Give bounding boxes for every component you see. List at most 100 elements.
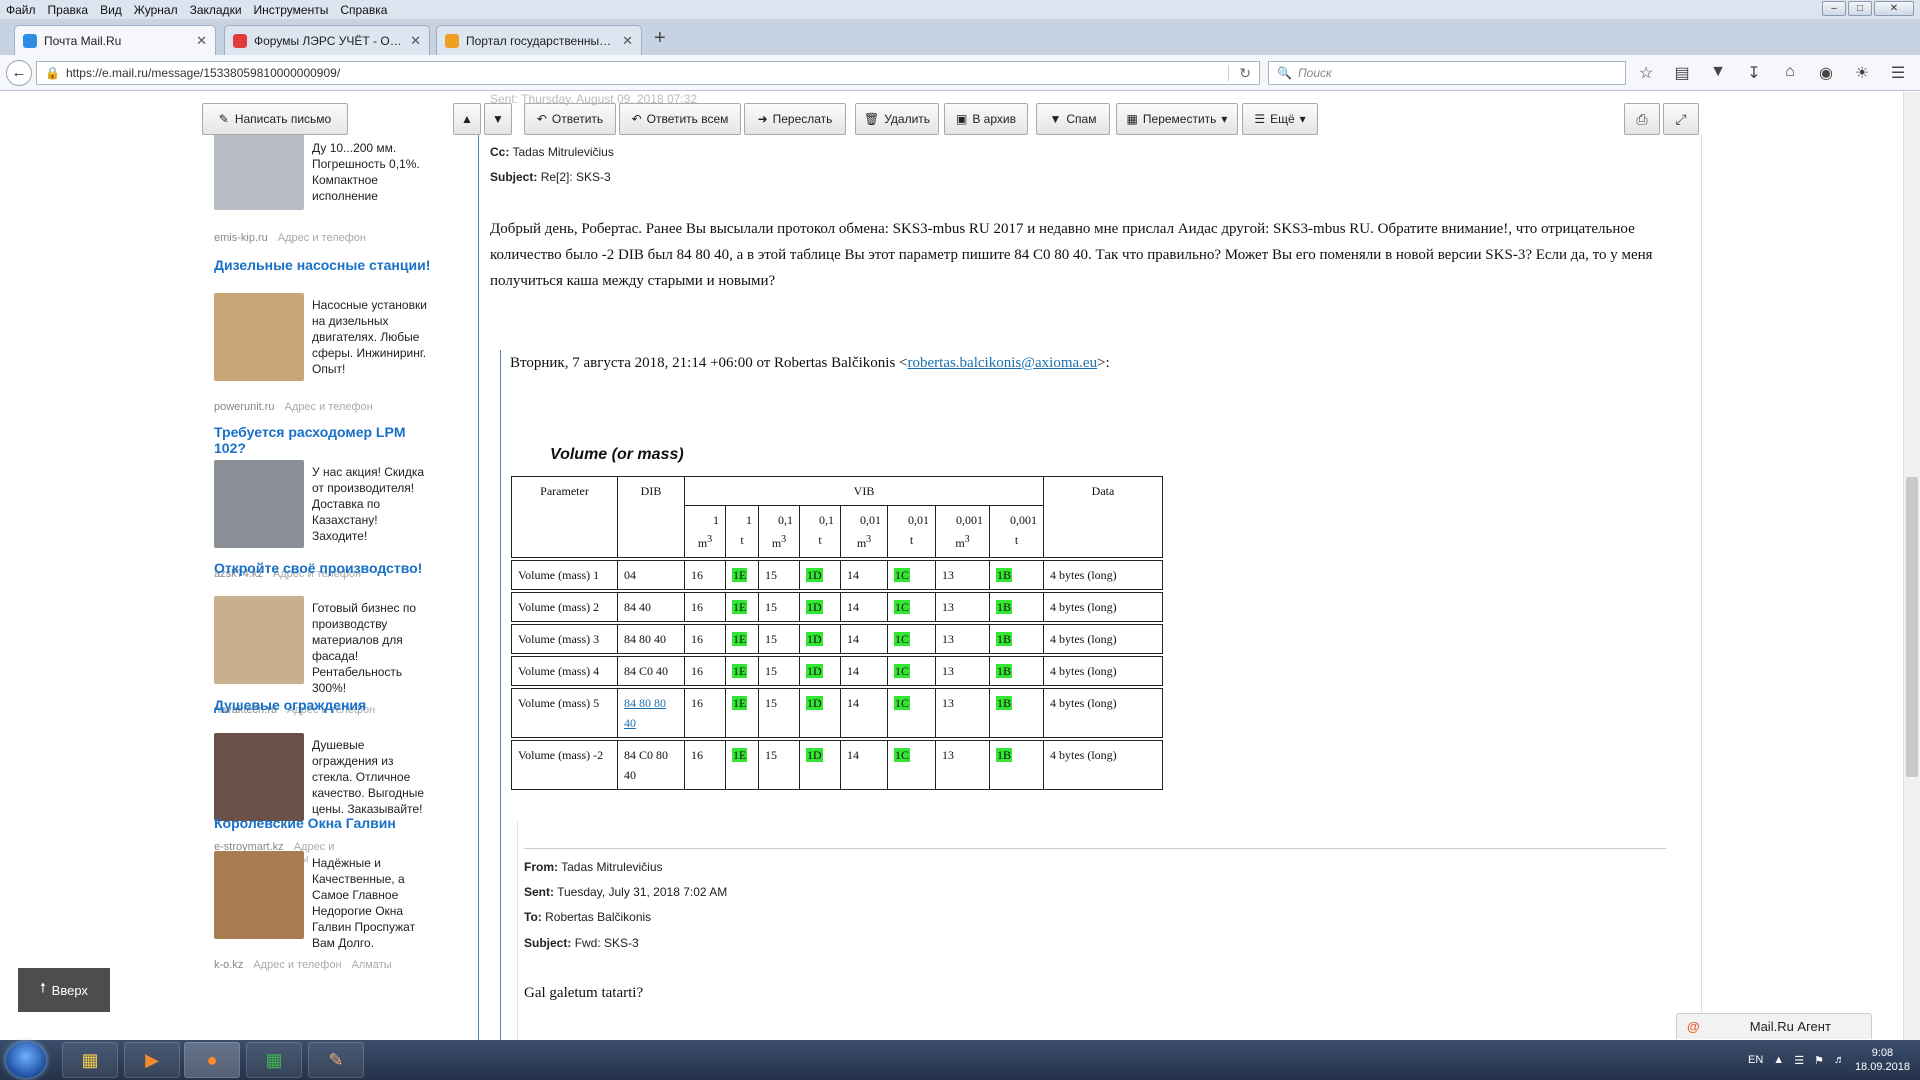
arrow-up-icon: 🠕 bbox=[40, 980, 46, 995]
arrow-up-icon: ▲ bbox=[461, 112, 473, 126]
pocket-icon[interactable]: ▼ bbox=[1708, 63, 1728, 83]
firefox-taskbar-icon[interactable]: ● bbox=[184, 1042, 240, 1078]
tab-forum[interactable]: Форумы ЛЭРС УЧЁТ - Отв... ✕ bbox=[224, 25, 430, 55]
fullscreen-button[interactable]: ⤢ bbox=[1663, 103, 1699, 135]
back-arrow-icon[interactable]: ← bbox=[6, 60, 32, 86]
media-player-taskbar-icon[interactable]: ▶ bbox=[124, 1042, 180, 1078]
quote-email-link[interactable]: robertas.balcikonis@axioma.eu bbox=[908, 355, 1098, 371]
tab-portal[interactable]: Портал государственных ... ✕ bbox=[436, 25, 642, 55]
vib-cell: 1E bbox=[725, 656, 759, 686]
mail-agent-bar[interactable]: @ Mail.Ru Агент bbox=[1676, 1013, 1872, 1039]
volume-icon[interactable]: ♬ bbox=[1834, 1054, 1845, 1066]
ad-image[interactable] bbox=[214, 733, 304, 821]
vib-highlight: 1E bbox=[732, 632, 748, 646]
new-tab-icon[interactable]: + bbox=[654, 27, 666, 50]
archive-button[interactable]: ▣ В архив bbox=[944, 103, 1028, 135]
url-bar[interactable]: 🔒 https://e.mail.ru/message/153380598100… bbox=[36, 61, 1260, 85]
maximize-icon[interactable]: □ bbox=[1848, 1, 1872, 16]
vib-cell: 14 bbox=[840, 624, 888, 654]
vib-cell: 1B bbox=[989, 688, 1044, 738]
tab-close-icon[interactable]: ✕ bbox=[410, 33, 421, 49]
ad-domain[interactable]: powerunit.ru bbox=[214, 401, 275, 413]
menu-item[interactable]: Закладки bbox=[190, 3, 242, 17]
ad-title[interactable]: Откройте своё производство! bbox=[214, 560, 432, 576]
start-button[interactable] bbox=[6, 1042, 46, 1078]
ad-contact-link[interactable]: Адрес и телефон bbox=[253, 959, 341, 971]
ad-block[interactable]: Душевые ограждения Душевые ограждения из … bbox=[214, 697, 432, 865]
ad-image[interactable] bbox=[214, 122, 304, 210]
bookmark-star-icon[interactable]: ☆ bbox=[1636, 63, 1656, 83]
tab-close-icon[interactable]: ✕ bbox=[196, 33, 207, 49]
vib-value: 13 bbox=[942, 696, 954, 710]
sync-icon[interactable]: ☀ bbox=[1852, 63, 1872, 83]
ad-title[interactable]: Королевские Окна Галвин bbox=[214, 815, 432, 831]
vib-cell: 1D bbox=[799, 592, 841, 622]
scroll-up-button[interactable]: 🠕 Вверх bbox=[18, 968, 110, 1012]
page-scrollbar[interactable] bbox=[1903, 92, 1920, 1040]
ad-image[interactable] bbox=[214, 596, 304, 684]
ad-contact-link[interactable]: Адрес и телефон bbox=[278, 232, 366, 244]
next-message-button[interactable]: ▼ bbox=[484, 103, 512, 135]
compose-button[interactable]: ✎ Написать письмо bbox=[202, 103, 348, 135]
header-vib: VIB bbox=[684, 476, 1044, 506]
delete-button[interactable]: 🗑 Удалить bbox=[855, 103, 939, 135]
vib-value: 15 bbox=[765, 664, 777, 678]
more-button[interactable]: ☰ Ещё ▾ bbox=[1242, 103, 1318, 135]
vib-cell: 16 bbox=[684, 560, 726, 590]
tab-close-icon[interactable]: ✕ bbox=[622, 33, 633, 49]
ad-image[interactable] bbox=[214, 293, 304, 381]
flag-icon[interactable]: ⚑ bbox=[1814, 1054, 1824, 1067]
language-indicator[interactable]: EN bbox=[1748, 1054, 1763, 1066]
home-icon[interactable]: ⌂ bbox=[1780, 63, 1800, 83]
prev-message-button[interactable]: ▲ bbox=[453, 103, 481, 135]
excel-taskbar-icon[interactable]: ▦ bbox=[246, 1042, 302, 1078]
ad-block[interactable]: Требуется расходомер LPM 102? У нас акция… bbox=[214, 424, 432, 580]
network-icon[interactable]: ☰ bbox=[1794, 1054, 1804, 1067]
reload-icon[interactable]: ↻ bbox=[1239, 65, 1251, 82]
menu-item[interactable]: Вид bbox=[100, 3, 122, 17]
spam-button[interactable]: ▼ Спам bbox=[1036, 103, 1110, 135]
tray-arrow-icon[interactable]: ▲ bbox=[1773, 1054, 1784, 1066]
close-icon[interactable]: ✕ bbox=[1874, 1, 1914, 16]
app-taskbar-icon[interactable]: ✎ bbox=[308, 1042, 364, 1078]
tab-mail[interactable]: Почта Mail.Ru ✕ bbox=[14, 25, 216, 56]
scrollbar-thumb[interactable] bbox=[1906, 477, 1918, 777]
menu-item[interactable]: Справка bbox=[340, 3, 387, 17]
ad-title[interactable]: Дизельные насосные станции! bbox=[214, 257, 432, 273]
ad-image[interactable] bbox=[214, 460, 304, 548]
search-input[interactable]: 🔍 Поиск bbox=[1268, 61, 1626, 85]
vib-unit: t bbox=[996, 530, 1037, 550]
menu-item[interactable]: Журнал bbox=[134, 3, 178, 17]
ad-contact-link[interactable]: Адрес и телефон bbox=[285, 401, 373, 413]
ad-title[interactable]: Требуется расходомер LPM 102? bbox=[214, 424, 432, 456]
ad-title[interactable]: Душевые ограждения bbox=[214, 697, 432, 713]
vib-multiplier: 1 bbox=[713, 513, 719, 527]
forward-button[interactable]: ➜ Переслать bbox=[744, 103, 846, 135]
system-tray: EN ▲ ☰ ⚑ ♬ 9:08 18.09.2018 bbox=[1748, 1040, 1910, 1080]
ad-domain[interactable]: k-o.kz bbox=[214, 959, 243, 971]
ad-block[interactable]: Дизельные насосные станции! Насосные уста… bbox=[214, 257, 432, 413]
explorer-taskbar-icon[interactable]: ▦ bbox=[62, 1042, 118, 1078]
reply-button[interactable]: ↶ Ответить bbox=[524, 103, 616, 135]
reading-list-icon[interactable]: ▤ bbox=[1672, 63, 1692, 83]
minimize-icon[interactable]: – bbox=[1822, 1, 1846, 16]
reply-all-button[interactable]: ↶ Ответить всем bbox=[619, 103, 741, 135]
fwd-subject-value: Fwd: SKS-3 bbox=[574, 936, 639, 950]
table-row: Volume (mass) 5 84 80 80 40 16 1E 15 1D 14 1C 13… bbox=[511, 688, 1163, 738]
menu-item[interactable]: Файл bbox=[6, 3, 36, 17]
play-icon: ▶ bbox=[145, 1049, 159, 1070]
ad-block[interactable]: Королевские Окна Галвин Надёжные и Качест… bbox=[214, 815, 432, 971]
ad-image[interactable] bbox=[214, 851, 304, 939]
menu-item[interactable]: Инструменты bbox=[254, 3, 329, 17]
hamburger-menu-icon[interactable]: ☰ bbox=[1888, 63, 1908, 83]
clock[interactable]: 9:08 18.09.2018 bbox=[1855, 1046, 1910, 1074]
print-button[interactable]: ⎙ bbox=[1624, 103, 1660, 135]
move-button[interactable]: ▦ Переместить ▾ bbox=[1116, 103, 1238, 135]
dib-link[interactable]: 84 80 80 40 bbox=[624, 696, 666, 730]
subject-value: Re[2]: SKS-3 bbox=[540, 170, 611, 184]
menu-item[interactable]: Правка bbox=[48, 3, 89, 17]
chat-icon[interactable]: ◉ bbox=[1816, 63, 1836, 83]
download-icon[interactable]: ↧ bbox=[1744, 63, 1764, 83]
ad-block[interactable]: Откройте своё производство! Готовый бизне… bbox=[214, 560, 432, 716]
ad-domain[interactable]: emis-kip.ru bbox=[214, 232, 268, 244]
